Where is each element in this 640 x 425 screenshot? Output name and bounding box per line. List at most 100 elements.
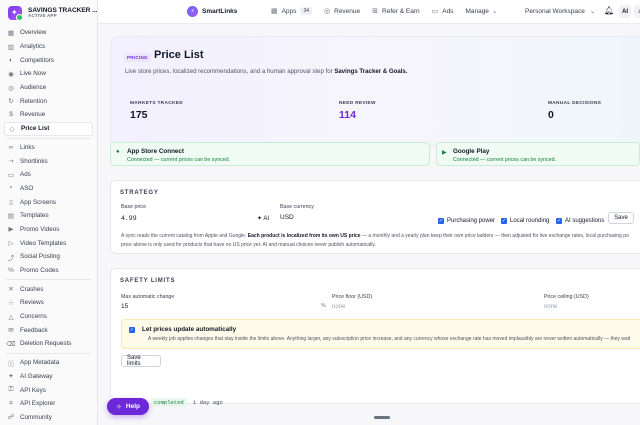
sidebar-item-revenue[interactable]: $ Revenue <box>4 108 93 122</box>
explorer-icon: ⌗ <box>9 399 13 407</box>
ai-suggestions-checkbox[interactable]: ✓ AI suggestions <box>556 218 604 224</box>
sidebar-item-price-list[interactable]: ◇ Price List <box>4 121 93 136</box>
sidebar-item-app-metadata[interactable]: ⓘ App Metadata <box>4 356 93 370</box>
checkbox-label: Local rounding <box>510 218 550 224</box>
video-icon: ▶ <box>8 226 14 234</box>
sidebar-item-video-templates[interactable]: ▷ Video Templates <box>4 236 93 250</box>
sidebar-item-shortlinks[interactable]: ⇢ Shortlinks <box>4 154 93 168</box>
sidebar-item-api-keys[interactable]: ⚿ API Keys <box>4 383 93 397</box>
sidebar-item-competitors[interactable]: ◐ Competitors <box>4 53 93 67</box>
purchasing-power-checkbox[interactable]: ✓ Purchasing power <box>438 218 495 224</box>
price-ceiling-input[interactable]: none <box>544 304 557 310</box>
users-icon: ◐ <box>9 56 13 64</box>
checkbox-label: Purchasing power <box>447 218 496 224</box>
price-floor-input[interactable]: none <box>332 304 345 310</box>
auto-update-box: ✓ Let prices update automatically A weekl… <box>121 319 640 349</box>
stat-need-review: NEED REVIEW 114 <box>339 101 376 121</box>
main-content: PRICING Price List Live store prices, lo… <box>98 24 640 425</box>
ai-suggest-button[interactable]: ✦ AI <box>257 215 269 222</box>
sidebar-item-social-posting[interactable]: ⤴ Social Posting <box>4 250 93 264</box>
search-icon: ⌕ <box>9 184 13 192</box>
base-currency-select[interactable]: USD <box>280 214 294 221</box>
sidebar-item-label: Revenue <box>20 111 46 119</box>
local-rounding-checkbox[interactable]: ✓ Local rounding <box>501 218 549 224</box>
apps-count-badge: 34 <box>300 7 313 15</box>
help-button[interactable]: ✧ Help <box>107 398 149 415</box>
apps-grid-icon: ▦ <box>271 8 278 15</box>
topbar: ⚡ SmartLinks ▦ Apps 34 ◎ Revenue ⊞ Refer & E… <box>98 0 640 24</box>
sidebar-item-live-now[interactable]: ◉ Live Now <box>4 67 93 81</box>
ai-assistant-button[interactable]: AI <box>619 5 631 18</box>
crash-icon: ✕ <box>8 286 14 294</box>
status-badge: completed <box>151 398 187 407</box>
max-change-input[interactable]: 15 <box>121 303 128 310</box>
sidebar-item-overview[interactable]: ▦ Overview <box>4 26 93 40</box>
sidebar-item-ads[interactable]: ▭ Ads <box>4 168 93 182</box>
log-timestamp: 1 day ago <box>193 399 223 406</box>
sidebar-item-links[interactable]: ∞ Links <box>4 141 93 155</box>
chevron-down-icon: ⌄ <box>589 8 596 15</box>
save-limits-button[interactable]: Save limits <box>121 355 161 367</box>
workspace-label: Personal Workspace <box>525 8 585 15</box>
base-price-input[interactable]: 4.99 <box>121 215 137 222</box>
sidebar-item-ai-gateway[interactable]: ✦ AI Gateway <box>4 370 93 384</box>
app-logo: ✦ <box>8 6 23 21</box>
sidebar-item-label: Links <box>20 143 35 151</box>
sidebar-item-label: Audience <box>20 84 47 92</box>
bell-icon[interactable]: 🔔︎ <box>604 6 614 15</box>
auto-update-checkbox[interactable]: ✓ Let prices update automatically <box>129 326 236 333</box>
sidebar-item-deletion-requests[interactable]: ⌫ Deletion Requests <box>4 337 93 351</box>
scroll-handle[interactable] <box>374 416 390 419</box>
shortlink-icon: ⇢ <box>8 158 14 166</box>
sidebar-item-label: App Screens <box>20 198 57 206</box>
sidebar-item-api-explorer[interactable]: ⌗ API Explorer <box>4 397 93 411</box>
top-nav-ads[interactable]: ▭ Ads <box>432 7 454 16</box>
sidebar-divider <box>6 279 91 281</box>
top-nav-ads-label: Ads <box>442 7 454 15</box>
connection-app-store: ● App Store Connect Connected — current … <box>110 142 430 166</box>
sidebar-item-community[interactable]: ☍ Community <box>4 411 93 425</box>
page-description-text: Live store prices, localized recommendat… <box>125 68 335 75</box>
sidebar-item-concerns[interactable]: △ Concerns <box>4 310 93 324</box>
sidebar-item-label: Promo Videos <box>20 225 60 233</box>
sidebar-item-label: ASO <box>20 184 34 192</box>
sidebar-item-app-screens[interactable]: ▯ App Screens <box>4 195 93 209</box>
top-nav-revenue-label: Revenue <box>334 7 361 15</box>
sidebar-item-audience[interactable]: ◎ Audience <box>4 81 93 95</box>
top-nav-manage[interactable]: Manage ⌄ <box>465 7 497 16</box>
audience-icon: ◎ <box>8 84 14 92</box>
auto-update-title: Let prices update automatically <box>142 326 237 333</box>
star-icon: ☆ <box>8 299 14 307</box>
sidebar-item-templates[interactable]: ▤ Templates <box>4 209 93 223</box>
sidebar-item-promo-videos[interactable]: ▶ Promo Videos <box>4 223 93 237</box>
sidebar-item-feedback[interactable]: ✉ Feedback <box>4 323 93 337</box>
sidebar-item-label: App Metadata <box>20 359 60 367</box>
brand-link[interactable]: ⚡ SmartLinks <box>187 6 237 17</box>
save-button[interactable]: Save <box>608 212 634 224</box>
top-nav-refer[interactable]: ⊞ Refer & Earn <box>372 7 419 16</box>
workspace-selector[interactable]: Personal Workspace ⌄ <box>525 7 595 15</box>
sidebar-item-analytics[interactable]: ▥ Analytics <box>4 40 93 54</box>
sidebar-item-promo-codes[interactable]: % Promo Codes <box>4 264 93 278</box>
note-bold: Each product is localized from its own U… <box>247 233 361 239</box>
top-nav-revenue[interactable]: ◎ Revenue <box>324 7 361 16</box>
app-switcher[interactable]: ✦ SAVINGS TRACKER ... ACTIVE APP <box>0 0 97 24</box>
link-icon: ∞ <box>8 143 14 151</box>
auto-update-description: A weekly job applies changes that stay i… <box>148 336 631 342</box>
sidebar-item-crashes[interactable]: ✕ Crashes <box>4 282 93 296</box>
sidebar-item-label: Overview <box>20 29 47 37</box>
sidebar-item-label: AI Gateway <box>20 372 53 380</box>
stat-value: 0 <box>548 109 554 121</box>
sidebar-item-retention[interactable]: ↻ Retention <box>4 94 93 108</box>
top-nav-apps[interactable]: ▦ Apps 34 <box>271 7 313 15</box>
key-icon: ⚿ <box>8 386 14 394</box>
section-title: STRATEGY <box>120 190 159 196</box>
app-status: ACTIVE APP <box>28 13 57 19</box>
base-currency-label: Base currency <box>280 204 314 210</box>
connection-google-play: ▶ Google Play Connected — current prices… <box>436 142 640 166</box>
avatar[interactable]: a <box>634 5 640 18</box>
stat-manual-decisions: MANUAL DECISIONS 0 <box>548 101 601 121</box>
sidebar-item-aso[interactable]: ⌕ ASO <box>4 182 93 196</box>
sidebar-item-label: Price List <box>21 125 50 133</box>
sidebar-item-reviews[interactable]: ☆ Reviews <box>4 296 93 310</box>
